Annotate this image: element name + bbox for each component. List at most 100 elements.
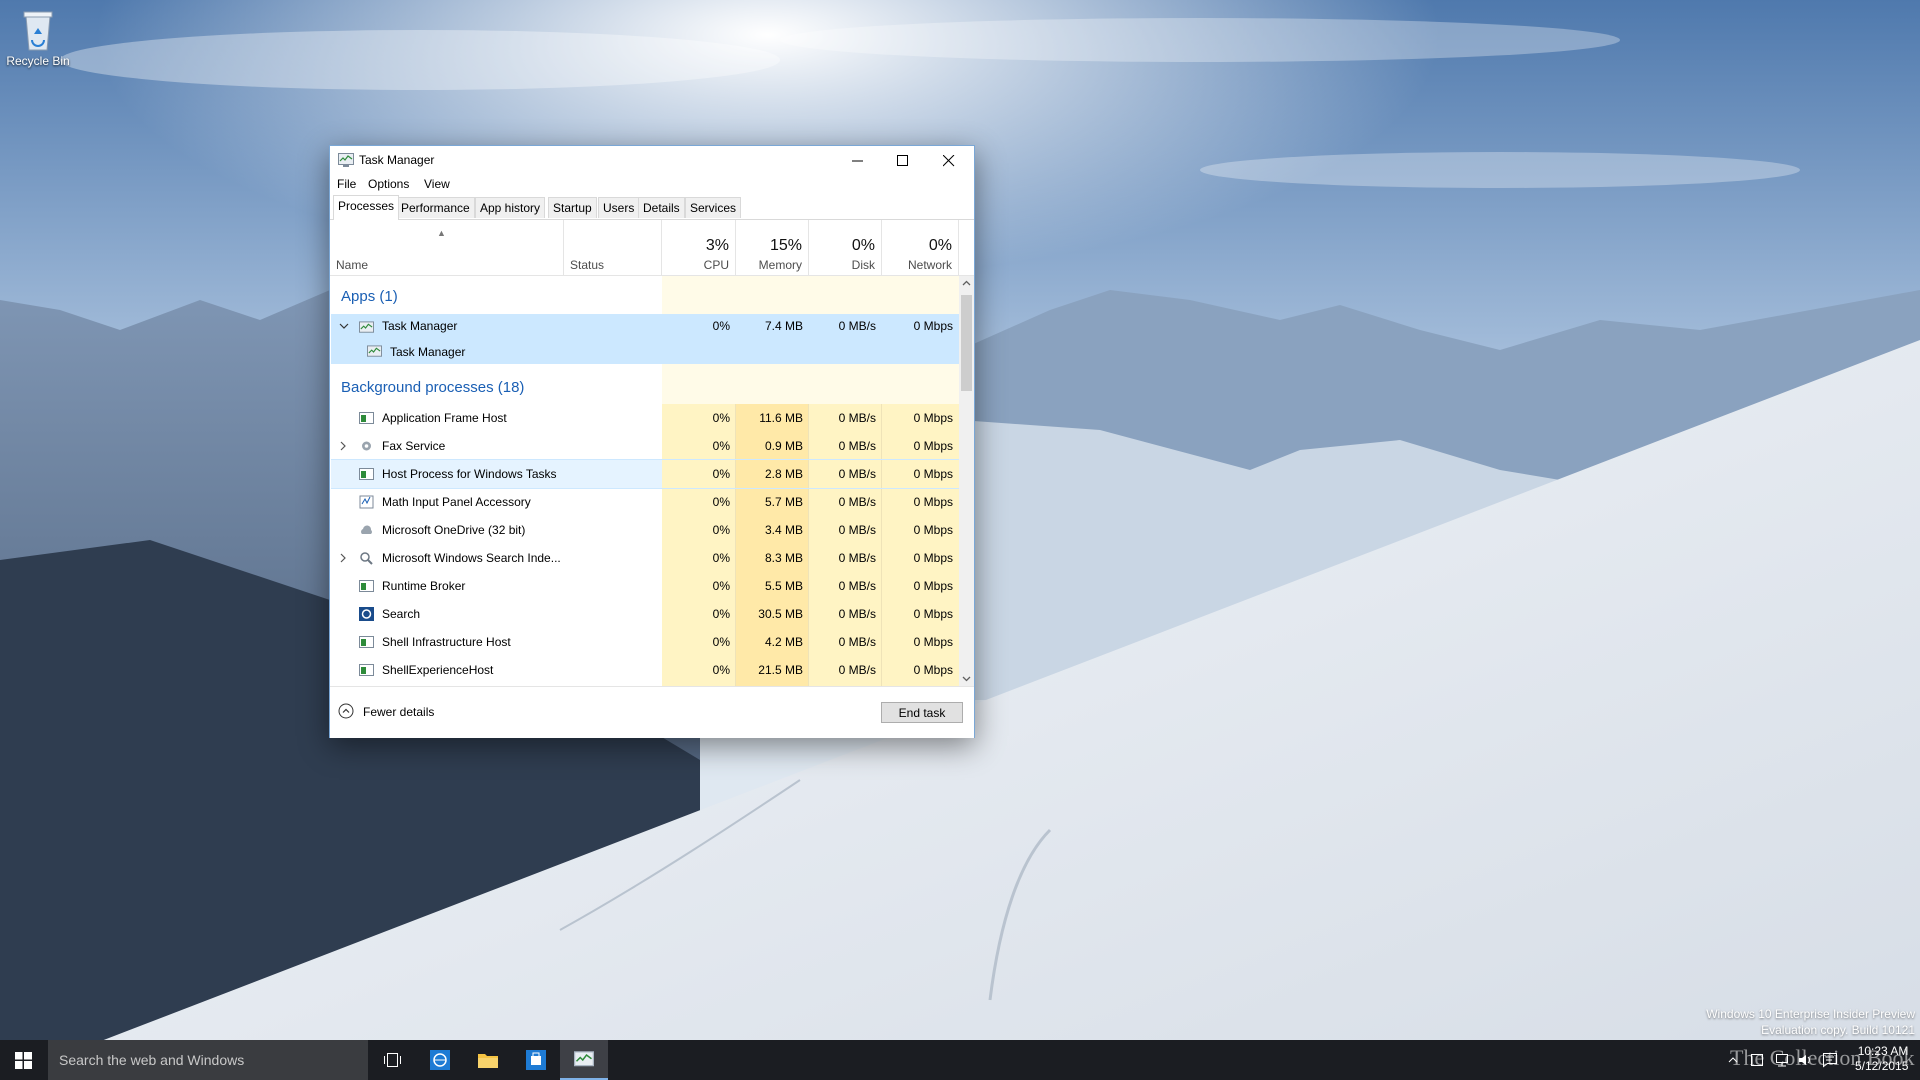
cpu-value: 0% [712, 551, 730, 565]
disk-value: 0 MB/s [838, 607, 876, 621]
task-manager-window: Task Manager File Options View Processes… [329, 145, 975, 738]
group-title-apps: Apps (1) [341, 288, 398, 305]
scroll-up-icon[interactable] [959, 276, 974, 291]
vertical-scrollbar[interactable] [959, 276, 974, 686]
cpu-value: 0% [712, 495, 730, 509]
table-row[interactable]: ShellExperienceHost 0% 21.5 MB 0 MB/s 0 Mbps [331, 656, 959, 684]
scroll-thumb[interactable] [961, 295, 972, 391]
table-row[interactable]: Application Frame Host 0% 11.6 MB 0 MB/s 0 M… [331, 404, 959, 432]
tab-details[interactable]: Details [638, 197, 685, 218]
tab-processes[interactable]: Processes [333, 195, 400, 220]
footer-bar: Fewer details End task [330, 686, 974, 738]
service-gear-icon [362, 441, 371, 451]
network-value: 0 Mbps [913, 439, 953, 453]
tab-performance[interactable]: Performance [396, 197, 475, 218]
math-input-icon [359, 495, 374, 509]
cpu-value: 0% [712, 411, 730, 425]
table-row[interactable]: Runtime Broker 0% 5.5 MB 0 MB/s 0 Mbps [331, 572, 959, 600]
disk-value: 0 MB/s [838, 579, 876, 593]
tab-startup[interactable]: Startup [548, 197, 597, 218]
maximize-button[interactable] [880, 146, 926, 174]
memory-value: 4.2 MB [764, 635, 803, 649]
memory-value: 0.9 MB [764, 439, 803, 453]
task-manager-icon [574, 1051, 594, 1067]
desktop-icon-recycle-bin[interactable]: Recycle Bin [4, 6, 72, 68]
table-row-selected[interactable]: Task Manager 0% 7.4 MB 0 MB/s 0 Mbps Tas… [331, 314, 959, 364]
group-title-background: Background processes (18) [341, 379, 525, 396]
cpu-value: 0% [712, 467, 730, 481]
table-row[interactable]: Microsoft OneDrive (32 bit) 0% 3.4 MB 0 MB/… [331, 516, 959, 544]
task-manager-icon [367, 345, 382, 357]
disk-total: 0% [851, 237, 875, 254]
table-row[interactable]: Host Process for Windows Tasks 0% 2.8 MB 0 … [331, 459, 959, 489]
memory-value: 5.5 MB [764, 579, 803, 593]
process-name: Microsoft OneDrive (32 bit) [382, 523, 526, 537]
column-network-header[interactable]: 0% Network [882, 220, 959, 275]
menu-options[interactable]: Options [368, 177, 409, 191]
process-name: ShellExperienceHost [382, 663, 494, 677]
store-button[interactable] [512, 1040, 560, 1080]
column-status-header[interactable]: Status [563, 220, 662, 275]
title-bar[interactable]: Task Manager [330, 146, 974, 174]
process-name: Shell Infrastructure Host [382, 635, 511, 649]
task-manager-icon [359, 321, 374, 333]
network-value: 0 Mbps [913, 523, 953, 537]
internet-explorer-icon [430, 1050, 450, 1070]
scroll-down-icon[interactable] [959, 671, 974, 686]
table-row[interactable]: Search 0% 30.5 MB 0 MB/s 0 Mbps [331, 600, 959, 628]
tab-services[interactable]: Services [685, 197, 742, 218]
window-title: Task Manager [359, 153, 435, 167]
process-name: Task Manager [382, 319, 458, 333]
cpu-value: 0% [712, 663, 730, 677]
task-manager-taskbar-button[interactable] [560, 1040, 608, 1080]
maximize-icon [897, 155, 908, 166]
column-header: ▲ Name Status 3% CPU 15% Memory 0% Disk … [330, 220, 974, 276]
disk-value: 0 MB/s [838, 551, 876, 565]
file-explorer-button[interactable] [464, 1040, 512, 1080]
chevron-right-icon[interactable] [340, 553, 348, 563]
disk-value: 0 MB/s [838, 523, 876, 537]
file-explorer-icon [478, 1054, 498, 1068]
process-name: Search [382, 607, 421, 621]
menu-file[interactable]: File [337, 177, 356, 191]
column-cpu-header[interactable]: 3% CPU [662, 220, 736, 275]
cpu-value: 0% [712, 579, 730, 593]
disk-value: 0 MB/s [838, 495, 876, 509]
column-name-header[interactable]: ▲ Name [330, 220, 563, 275]
menu-view[interactable]: View [424, 177, 450, 191]
internet-explorer-button[interactable] [416, 1040, 464, 1080]
close-icon [943, 155, 955, 167]
tab-users[interactable]: Users [598, 197, 640, 218]
column-disk-header[interactable]: 0% Disk [809, 220, 882, 275]
disk-value: 0 MB/s [838, 663, 876, 677]
memory-value: 8.3 MB [764, 551, 803, 565]
child-process-name: Task Manager [390, 345, 466, 359]
start-button[interactable] [0, 1040, 48, 1080]
table-row[interactable]: Math Input Panel Accessory 0% 5.7 MB 0 MB/s… [331, 488, 959, 516]
close-button[interactable] [926, 146, 972, 174]
table-row[interactable]: Fax Service 0% 0.9 MB 0 MB/s 0 Mbps [331, 432, 959, 460]
group-header-background: Background processes (18) [331, 364, 959, 404]
end-task-button[interactable]: End task [881, 702, 963, 723]
minimize-button[interactable] [835, 146, 881, 174]
table-row[interactable]: Shell Infrastructure Host 0% 4.2 MB 0 MB/s 0… [331, 628, 959, 656]
memory-value: 11.6 MB [759, 411, 803, 425]
memory-total: 15% [769, 237, 802, 254]
memory-value: 3.4 MB [764, 523, 803, 537]
network-value: 0 Mbps [913, 319, 953, 333]
search-placeholder: Search the web and Windows [59, 1052, 245, 1068]
disk-value: 0 MB/s [838, 319, 876, 333]
taskbar-search[interactable]: Search the web and Windows [48, 1040, 368, 1080]
cpu-value: 0% [712, 439, 730, 453]
task-view-icon [384, 1053, 401, 1067]
chevron-down-icon[interactable] [339, 323, 349, 331]
network-value: 0 Mbps [913, 635, 953, 649]
table-row[interactable]: Microsoft Windows Search Inde... 0% 8.3 MB… [331, 544, 959, 572]
tab-app-history[interactable]: App history [475, 197, 546, 218]
task-view-button[interactable] [368, 1040, 416, 1080]
column-memory-header[interactable]: 15% Memory [736, 220, 809, 275]
chevron-right-icon[interactable] [340, 441, 348, 451]
brand-watermark: The Collection Book [1730, 1045, 1915, 1070]
search-indexer-icon [360, 552, 373, 565]
process-name: Fax Service [382, 439, 446, 453]
